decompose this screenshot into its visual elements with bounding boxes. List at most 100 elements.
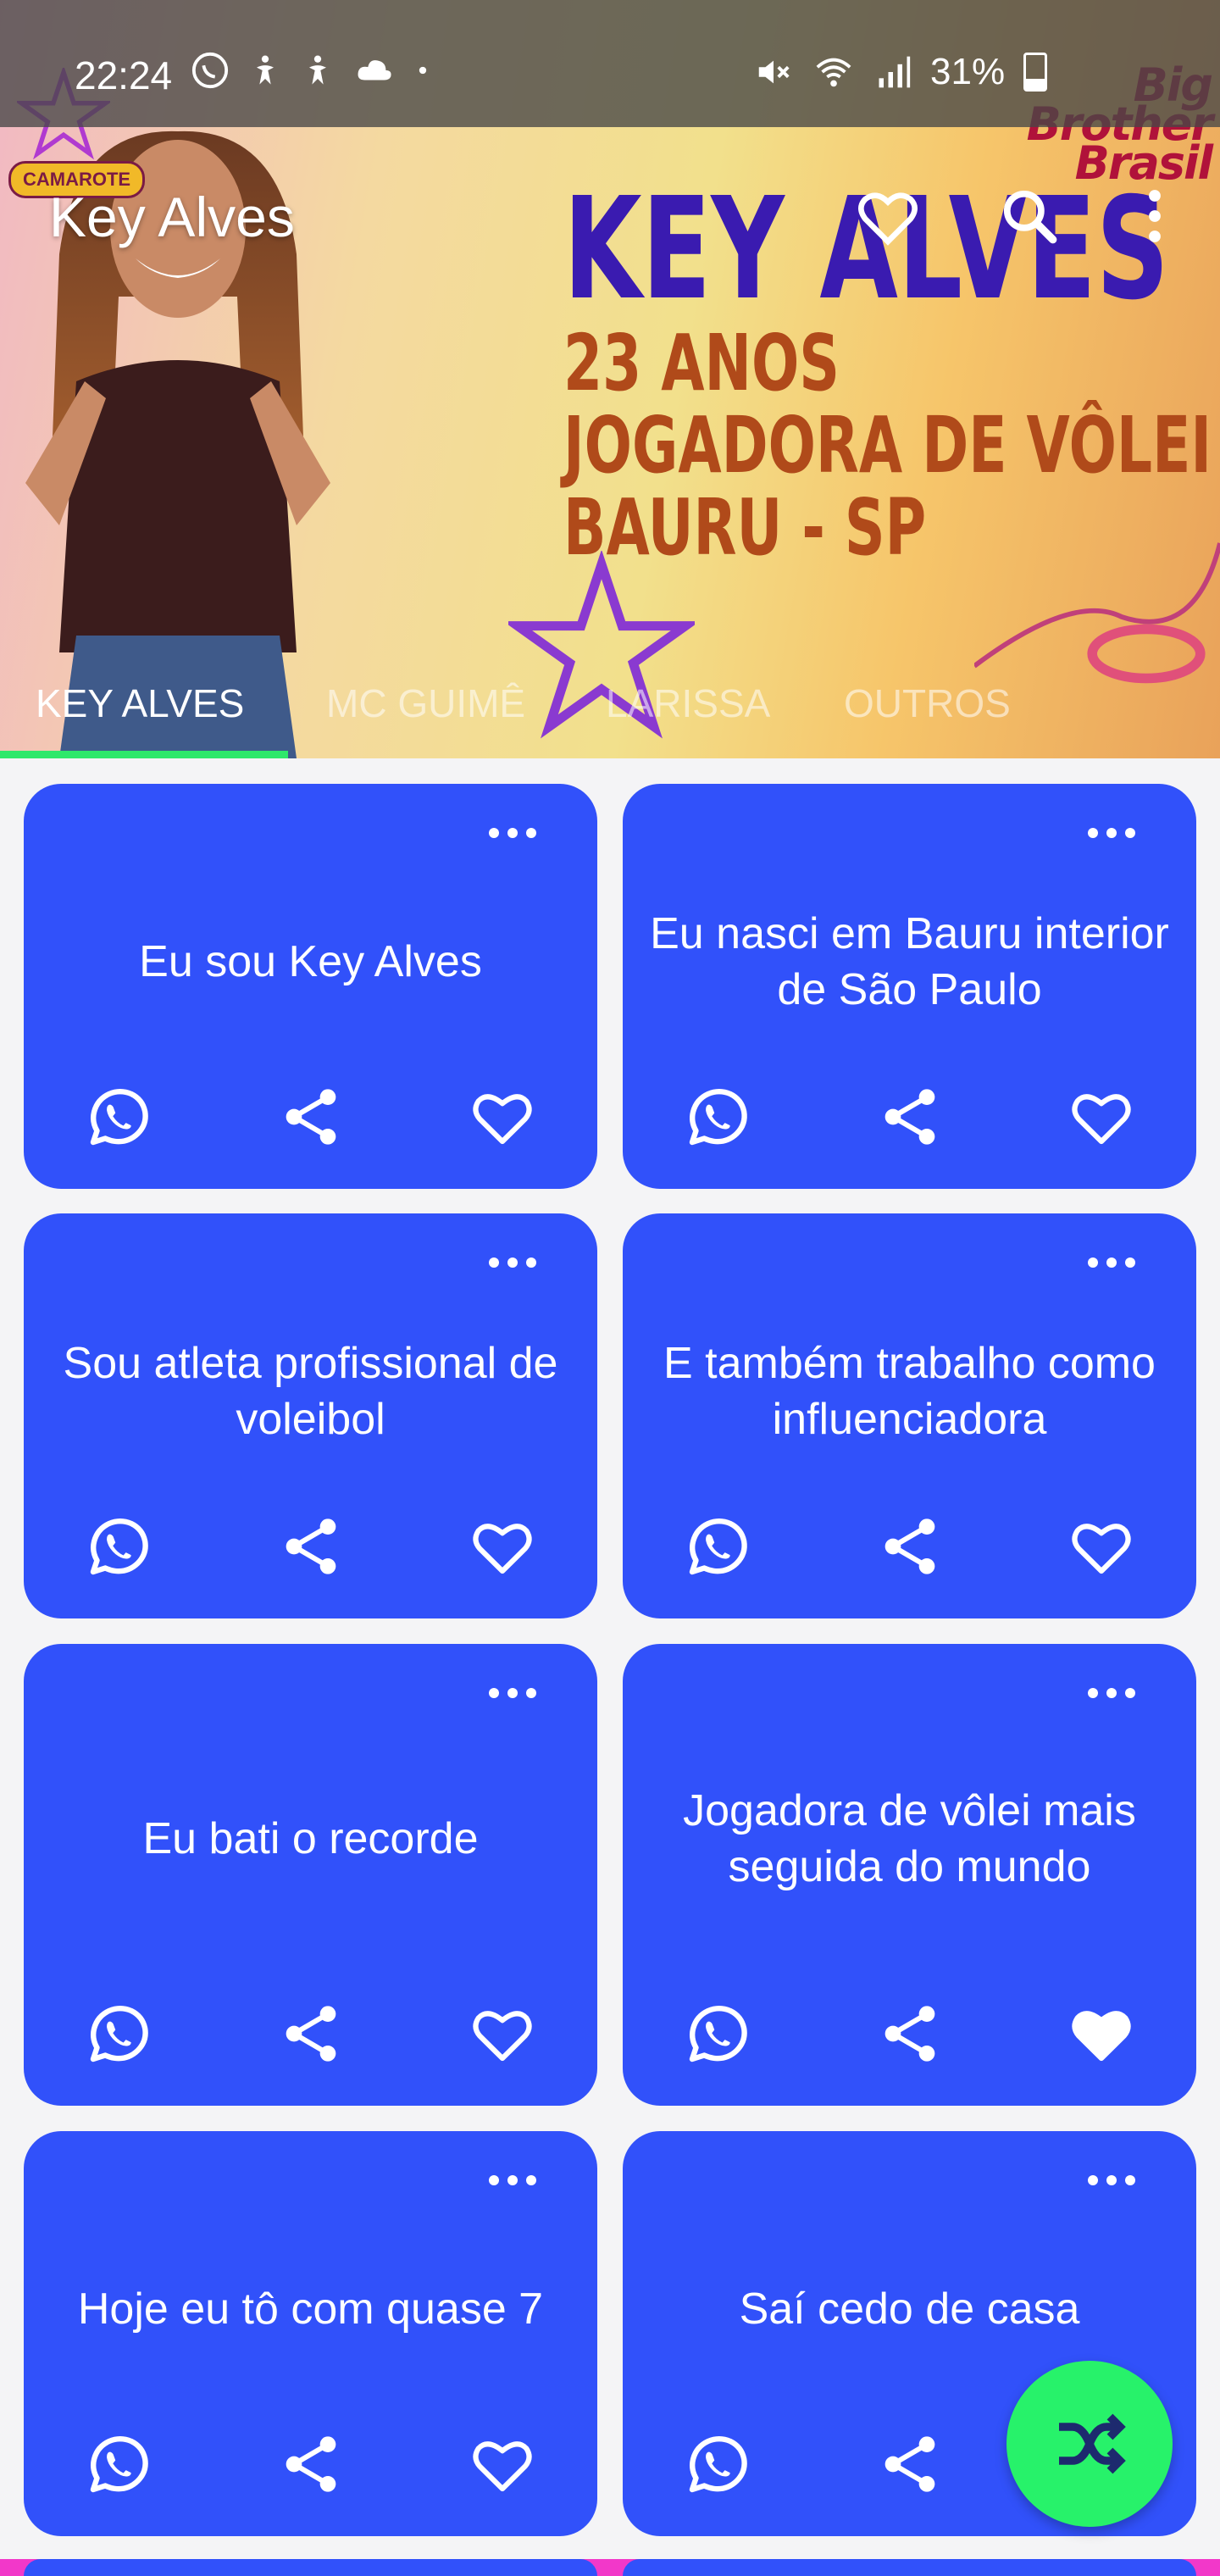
whatsapp-share-button[interactable] bbox=[679, 2426, 756, 2502]
card-peek bbox=[24, 2559, 597, 2576]
page-title: Key Alves bbox=[49, 186, 295, 248]
search-button[interactable] bbox=[991, 178, 1068, 254]
dot bbox=[1106, 1257, 1117, 1268]
card-actions bbox=[623, 1079, 1196, 1155]
favorite-button[interactable] bbox=[1063, 1079, 1140, 1155]
favorite-button[interactable] bbox=[464, 2426, 541, 2502]
dot bbox=[1088, 2175, 1098, 2185]
audio-card[interactable]: Eu bati o recorde bbox=[24, 1644, 597, 2106]
share-button[interactable] bbox=[872, 2426, 948, 2502]
header-banner: KEY ALVES 23 ANOS JOGADORA DE VÔLEI BAUR… bbox=[0, 0, 1220, 758]
card-more-button[interactable] bbox=[1078, 2163, 1145, 2197]
dot bbox=[1125, 828, 1135, 838]
dot bbox=[489, 2175, 499, 2185]
card-more-button[interactable] bbox=[479, 816, 546, 850]
cloud-icon bbox=[358, 60, 391, 80]
tab-mc-guime[interactable]: MC GUIMÊ bbox=[326, 661, 525, 746]
card-more-button[interactable] bbox=[479, 1676, 546, 1710]
card-more-button[interactable] bbox=[1078, 1246, 1145, 1280]
dot bbox=[1106, 1688, 1117, 1698]
dot bbox=[489, 1257, 499, 1268]
share-button[interactable] bbox=[273, 2426, 349, 2502]
battery-icon bbox=[1023, 53, 1048, 92]
tab-larissa[interactable]: LARISSA bbox=[606, 661, 770, 746]
dot bbox=[526, 1688, 536, 1698]
card-title: E também trabalho como influenciadora bbox=[663, 1339, 1156, 1444]
share-button[interactable] bbox=[872, 1996, 948, 2072]
shuffle-button[interactable] bbox=[1006, 2361, 1173, 2527]
heart-icon bbox=[473, 1094, 532, 1145]
dot bbox=[507, 2175, 518, 2185]
dot bbox=[1088, 828, 1098, 838]
card-peek bbox=[623, 2559, 1196, 2576]
favorite-button[interactable] bbox=[464, 1079, 541, 1155]
audio-card[interactable]: Jogadora de vôlei mais seguida do mundo bbox=[623, 1644, 1196, 2106]
dot bbox=[1125, 1257, 1135, 1268]
card-more-button[interactable] bbox=[1078, 1676, 1145, 1710]
mute-icon bbox=[758, 60, 790, 84]
dot bbox=[526, 1257, 536, 1268]
favorite-button[interactable] bbox=[850, 178, 926, 254]
card-more-button[interactable] bbox=[479, 2163, 546, 2197]
audio-card[interactable]: Eu nasci em Bauru interior de São Paulo bbox=[623, 784, 1196, 1189]
share-button[interactable] bbox=[273, 1079, 349, 1155]
dot bbox=[507, 1257, 518, 1268]
card-actions bbox=[623, 1996, 1196, 2072]
card-title: Jogadora de vôlei mais seguida do mundo bbox=[683, 1786, 1136, 1891]
card-actions bbox=[24, 1079, 597, 1155]
whatsapp-icon bbox=[689, 1089, 747, 1146]
audio-card[interactable]: E também trabalho como influenciadora bbox=[623, 1213, 1196, 1618]
card-actions bbox=[24, 1996, 597, 2072]
accessibility-icon bbox=[309, 55, 326, 85]
whatsapp-share-button[interactable] bbox=[80, 1508, 157, 1585]
dot bbox=[1125, 2175, 1135, 2185]
battery-percent: 31% bbox=[930, 51, 1006, 92]
card-more-button[interactable] bbox=[1078, 816, 1145, 850]
audio-card[interactable]: Hoje eu tô com quase 7 bbox=[24, 2131, 597, 2536]
audio-card[interactable]: Sou atleta profissional de voleibol bbox=[24, 1213, 597, 1618]
audio-card[interactable]: Eu sou Key Alves bbox=[24, 784, 597, 1189]
share-icon bbox=[286, 2006, 336, 2062]
favorite-button[interactable] bbox=[464, 1508, 541, 1585]
whatsapp-share-button[interactable] bbox=[80, 2426, 157, 2502]
favorite-button[interactable] bbox=[464, 1996, 541, 2072]
whatsapp-share-button[interactable] bbox=[80, 1079, 157, 1155]
whatsapp-share-button[interactable] bbox=[679, 1079, 756, 1155]
whatsapp-icon bbox=[191, 52, 229, 89]
whatsapp-share-button[interactable] bbox=[679, 1508, 756, 1585]
tab-outros[interactable]: OUTROS bbox=[844, 661, 1011, 746]
favorite-button[interactable] bbox=[1063, 1508, 1140, 1585]
card-actions bbox=[24, 2426, 597, 2502]
share-button[interactable] bbox=[872, 1079, 948, 1155]
dot bbox=[1106, 2175, 1117, 2185]
accessibility-icon bbox=[257, 55, 274, 85]
heart-outline-icon bbox=[858, 192, 918, 246]
whatsapp-icon bbox=[90, 1089, 148, 1146]
dot bbox=[489, 828, 499, 838]
whatsapp-icon bbox=[689, 2006, 747, 2062]
status-icons-right: 31% bbox=[754, 51, 1048, 93]
share-icon bbox=[884, 2436, 935, 2492]
heart-icon bbox=[473, 2441, 532, 2492]
whatsapp-icon bbox=[90, 2006, 148, 2062]
dot bbox=[1088, 1688, 1098, 1698]
share-button[interactable] bbox=[273, 1996, 349, 2072]
whatsapp-share-button[interactable] bbox=[679, 1996, 756, 2072]
more-options-button[interactable] bbox=[1117, 178, 1193, 254]
banner-age: 23 ANOS bbox=[563, 318, 840, 408]
tab-bar: KEY ALVES MC GUIMÊ LARISSA OUTROS bbox=[0, 661, 1220, 758]
heart-icon bbox=[1072, 1524, 1131, 1574]
banner-occupation: JOGADORA DE VÔLEI bbox=[563, 400, 1212, 491]
card-title: Sou atleta profissional de voleibol bbox=[63, 1339, 558, 1444]
dot-icon bbox=[419, 66, 427, 75]
share-icon bbox=[884, 1518, 935, 1574]
whatsapp-icon bbox=[90, 2436, 148, 2493]
tab-key-alves[interactable]: KEY ALVES bbox=[36, 661, 244, 746]
share-icon bbox=[286, 1089, 336, 1145]
card-more-button[interactable] bbox=[479, 1246, 546, 1280]
whatsapp-share-button[interactable] bbox=[80, 1996, 157, 2072]
share-button[interactable] bbox=[872, 1508, 948, 1585]
favorite-button[interactable] bbox=[1063, 1996, 1140, 2072]
share-button[interactable] bbox=[273, 1508, 349, 1585]
dot bbox=[1106, 828, 1117, 838]
